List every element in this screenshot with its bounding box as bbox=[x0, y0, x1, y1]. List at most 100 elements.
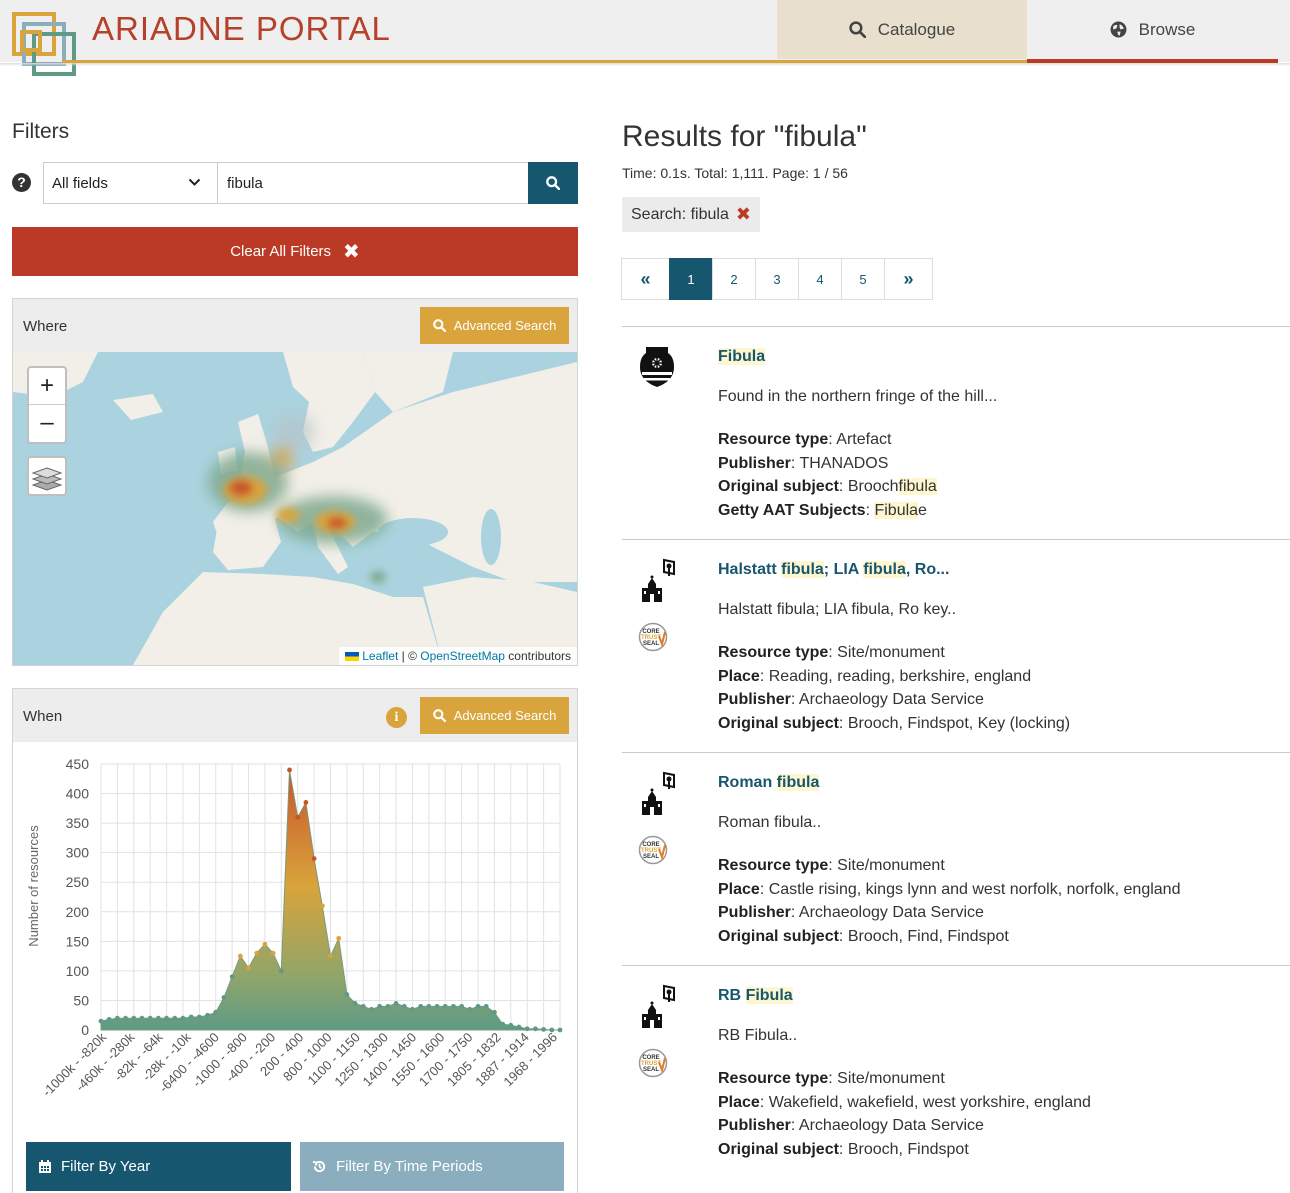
chart-data-point[interactable] bbox=[155, 1015, 161, 1021]
page-last-button[interactable]: » bbox=[884, 258, 933, 300]
chart-data-point[interactable] bbox=[336, 935, 342, 941]
chart-data-point[interactable] bbox=[237, 953, 243, 959]
where-advanced-search-button[interactable]: Advanced Search bbox=[420, 307, 569, 344]
chart-data-point[interactable] bbox=[123, 1015, 128, 1021]
timeline-chart[interactable]: Number of resources 0 50 100 150 200 250 300 35… bbox=[13, 742, 577, 1137]
page-button-4[interactable]: 4 bbox=[798, 258, 842, 300]
page-button-3[interactable]: 3 bbox=[755, 258, 799, 300]
leaflet-link[interactable]: Leaflet bbox=[362, 649, 398, 663]
chart-data-point[interactable] bbox=[319, 903, 325, 909]
chart-data-point[interactable] bbox=[188, 1014, 194, 1020]
property-key: Publisher bbox=[718, 904, 791, 922]
chart-data-point[interactable] bbox=[467, 1006, 473, 1012]
info-icon[interactable]: i bbox=[386, 707, 407, 728]
search-highlight: fibula bbox=[781, 561, 824, 578]
chart-data-point[interactable] bbox=[180, 1015, 186, 1021]
chart-data-point[interactable] bbox=[213, 1009, 219, 1015]
chart-data-point[interactable] bbox=[311, 856, 317, 861]
chart-data-point[interactable] bbox=[287, 767, 292, 773]
chart-data-point[interactable] bbox=[492, 1009, 497, 1015]
chart-data-point[interactable] bbox=[426, 1003, 432, 1009]
chart-data-point[interactable] bbox=[262, 941, 268, 947]
chart-data-point[interactable] bbox=[500, 1021, 506, 1027]
result-title-link[interactable]: Fibula bbox=[718, 348, 766, 366]
filter-by-time-periods-tab[interactable]: Filter By Time Periods bbox=[300, 1142, 564, 1191]
chart-data-point[interactable] bbox=[221, 995, 227, 1000]
chart-data-point[interactable] bbox=[139, 1015, 145, 1021]
core-trust-seal-badge[interactable]: CORE TRUST SEAL bbox=[638, 835, 668, 870]
nav-tab-catalogue[interactable]: Catalogue bbox=[777, 0, 1027, 59]
chart-data-point[interactable] bbox=[475, 1003, 481, 1009]
chart-data-point[interactable] bbox=[106, 1016, 112, 1022]
chart-data-point[interactable] bbox=[229, 974, 235, 980]
help-icon[interactable]: ? bbox=[12, 173, 31, 192]
chart-data-point[interactable] bbox=[344, 992, 350, 997]
chart-data-point[interactable] bbox=[98, 1018, 104, 1024]
chart-data-point[interactable] bbox=[360, 1003, 366, 1009]
chart-data-point[interactable] bbox=[516, 1024, 522, 1030]
chart-data-point[interactable] bbox=[369, 1006, 374, 1012]
property-key: Publisher bbox=[718, 691, 791, 709]
brand-title[interactable]: ARIADNE PORTAL bbox=[92, 10, 391, 48]
chart-data-point[interactable] bbox=[483, 1003, 489, 1009]
clear-all-filters-button[interactable]: Clear All Filters ✖ bbox=[12, 227, 578, 276]
result-description: RB Fibula.. bbox=[718, 1027, 798, 1044]
results-map[interactable]: + – Leaflet | © OpenStreetMap contributo… bbox=[13, 352, 577, 665]
map-layers-button[interactable] bbox=[27, 456, 67, 496]
chart-data-point[interactable] bbox=[131, 1015, 137, 1021]
zoom-out-button[interactable]: – bbox=[29, 405, 65, 442]
chart-data-point[interactable] bbox=[172, 1015, 178, 1021]
chart-data-point[interactable] bbox=[246, 965, 251, 971]
chart-data-point[interactable] bbox=[541, 1027, 547, 1032]
chart-data-point[interactable] bbox=[451, 1003, 456, 1009]
chart-data-point[interactable] bbox=[328, 953, 333, 959]
nav-tab-browse[interactable]: Browse bbox=[1027, 0, 1278, 59]
chart-data-point[interactable] bbox=[393, 1001, 399, 1006]
chart-data-point[interactable] bbox=[254, 950, 260, 956]
remove-chip-icon[interactable]: ✖ bbox=[736, 204, 751, 225]
core-trust-seal-badge[interactable]: CORE TRUST SEAL bbox=[638, 1048, 668, 1083]
search-highlight: fibula bbox=[898, 478, 937, 496]
chart-data-point[interactable] bbox=[524, 1026, 530, 1032]
search-button[interactable] bbox=[528, 162, 578, 204]
chart-data-point[interactable] bbox=[385, 1003, 391, 1009]
page-first-button[interactable]: « bbox=[621, 258, 670, 300]
chart-data-point[interactable] bbox=[410, 1006, 415, 1012]
chart-data-point[interactable] bbox=[205, 1012, 210, 1018]
result-title-link[interactable]: Roman fibula bbox=[718, 774, 820, 792]
result-title-link[interactable]: Halstatt fibula; LIA fibula, Ro... bbox=[718, 561, 949, 579]
chart-data-point[interactable] bbox=[557, 1027, 563, 1033]
search-input[interactable] bbox=[217, 162, 529, 204]
page-button-2[interactable]: 2 bbox=[712, 258, 756, 300]
zoom-in-button[interactable]: + bbox=[29, 368, 65, 405]
chart-data-point[interactable] bbox=[533, 1026, 538, 1032]
chart-data-point[interactable] bbox=[508, 1022, 514, 1028]
field-select[interactable]: All fields bbox=[43, 162, 218, 204]
chart-data-point[interactable] bbox=[377, 1003, 383, 1009]
chart-data-point[interactable] bbox=[434, 1003, 440, 1009]
chart-data-point[interactable] bbox=[114, 1015, 120, 1021]
chart-data-point[interactable] bbox=[442, 1003, 448, 1009]
chart-data-point[interactable] bbox=[147, 1015, 153, 1021]
chart-data-point[interactable] bbox=[164, 1015, 169, 1021]
property-value: Brooch, Findspot bbox=[847, 1141, 969, 1159]
core-trust-seal-badge[interactable]: CORE TRUST SEAL bbox=[638, 622, 668, 657]
property-key: Place bbox=[718, 1093, 760, 1111]
chart-data-point[interactable] bbox=[418, 1003, 424, 1009]
chart-data-point[interactable] bbox=[270, 950, 276, 956]
openstreetmap-link[interactable]: OpenStreetMap bbox=[420, 649, 505, 663]
filter-by-year-tab[interactable]: Filter By Year bbox=[26, 1142, 291, 1191]
page-button-5[interactable]: 5 bbox=[841, 258, 885, 300]
chart-data-point[interactable] bbox=[278, 968, 284, 974]
chart-data-point[interactable] bbox=[303, 800, 309, 805]
ariadne-logo-icon[interactable] bbox=[10, 10, 86, 78]
chart-data-point[interactable] bbox=[459, 1003, 465, 1009]
page-button-1[interactable]: 1 bbox=[669, 258, 713, 300]
result-title-link[interactable]: RB Fibula bbox=[718, 987, 793, 1005]
chart-data-point[interactable] bbox=[401, 1003, 407, 1009]
chart-data-point[interactable] bbox=[196, 1014, 202, 1020]
chart-data-point[interactable] bbox=[295, 814, 301, 820]
when-advanced-search-button[interactable]: Advanced Search bbox=[420, 697, 569, 734]
globe-icon bbox=[1110, 21, 1127, 38]
chart-data-point[interactable] bbox=[352, 1001, 358, 1006]
